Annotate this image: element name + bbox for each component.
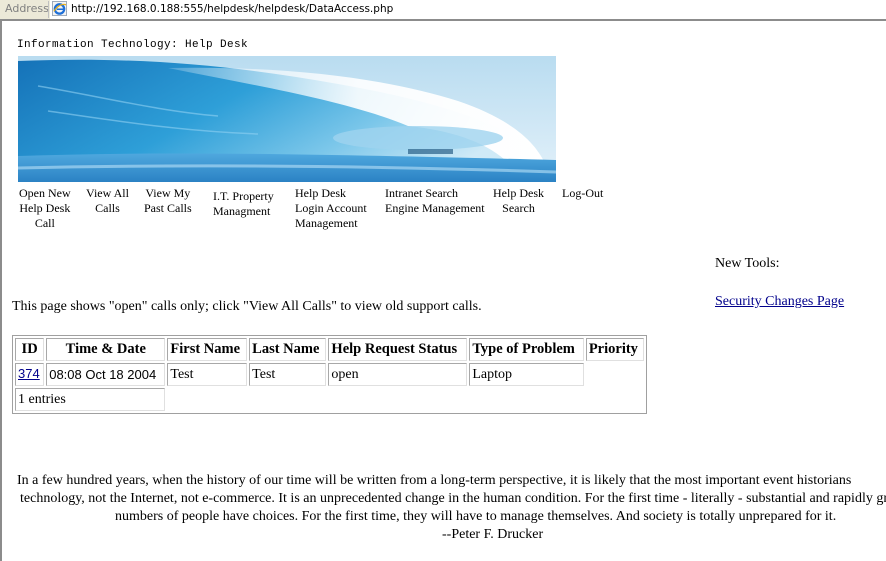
nav-label: Calls (95, 201, 120, 215)
table-footer-row: 1 entries (15, 388, 644, 411)
col-header-id: ID (15, 338, 45, 361)
address-separator (48, 1, 49, 18)
col-header-first-name: First Name (167, 338, 248, 361)
new-tools-label: New Tools: (715, 256, 780, 271)
quote-line: numbers of people have choices. For the … (115, 509, 837, 524)
nav-label: Log-Out (562, 186, 604, 200)
frame-border-top (0, 19, 886, 21)
nav-label: Engine Management (385, 201, 485, 215)
nav-intranet-search-management[interactable]: Intranet Search Engine Management (385, 186, 485, 216)
nav-help-desk-search[interactable]: Help Desk Search (493, 186, 544, 216)
cell-priority (586, 363, 644, 386)
nav-open-new-call[interactable]: Open New Help Desk Call (19, 186, 71, 231)
url-text[interactable]: http://192.168.0.188:555/helpdesk/helpde… (71, 3, 393, 15)
cell-problem-type: Laptop (469, 363, 584, 386)
table-header-row: ID Time & Date First Name Last Name Help… (15, 338, 644, 361)
site-title: Information Technology: Help Desk (17, 39, 249, 51)
nav-label: View All (86, 186, 129, 200)
cell-status: open (328, 363, 468, 386)
address-bar: Address http://192.168.0.188:555/helpdes… (0, 0, 886, 20)
nav-login-account-management[interactable]: Help Desk Login Account Management (295, 186, 367, 231)
col-header-priority: Priority (585, 338, 644, 361)
nav-log-out[interactable]: Log-Out (562, 186, 603, 201)
col-header-time-date: Time & Date (46, 338, 166, 361)
nav-label: Call (34, 216, 55, 230)
url-input[interactable]: http://192.168.0.188:555/helpdesk/helpde… (50, 0, 886, 19)
address-label: Address (5, 2, 49, 15)
call-id-link[interactable]: 374 (18, 366, 40, 381)
col-header-problem-type: Type of Problem (469, 338, 584, 361)
cell-last-name: Test (249, 363, 327, 386)
nav-label: Login Account (295, 201, 367, 215)
calls-table: ID Time & Date First Name Last Name Help… (12, 335, 647, 414)
cell-id: 374 (15, 363, 45, 386)
ie-page-icon (52, 1, 67, 16)
frame-border-left (0, 21, 2, 561)
nav-label: Intranet Search (385, 186, 458, 200)
col-header-last-name: Last Name (249, 338, 327, 361)
quote-author: --Peter F. Drucker (442, 527, 544, 542)
nav-view-my-past-calls[interactable]: View My Past Calls (144, 186, 192, 216)
entries-count: 1 entries (15, 388, 166, 411)
quote-line: In a few hundred years, when the history… (17, 473, 852, 488)
nav-label: View My (145, 186, 191, 200)
col-header-status: Help Request Status (328, 338, 468, 361)
nav-label: Help Desk (19, 201, 71, 215)
nav-label: I.T. Property (213, 189, 274, 203)
wave-banner-image (18, 56, 556, 182)
open-calls-notice: This page shows "open" calls only; click… (12, 299, 482, 314)
cell-time-date: 08:08 Oct 18 2004 (46, 363, 166, 386)
wave-banner-graphic (18, 56, 556, 182)
nav-label: Help Desk (295, 186, 346, 200)
nav-label: Open New (19, 186, 71, 200)
table-row: 374 08:08 Oct 18 2004 Test Test open Lap… (15, 363, 644, 386)
quote-line: technology, not the Internet, not e-comm… (20, 491, 886, 506)
security-changes-link[interactable]: Security Changes Page (715, 294, 844, 310)
nav-label: Past Calls (144, 201, 192, 215)
cell-first-name: Test (167, 363, 248, 386)
nav-label: Managment (213, 204, 271, 218)
nav-label: Help Desk (493, 186, 544, 200)
nav-it-property-management[interactable]: I.T. Property Managment (213, 189, 274, 219)
nav-view-all-calls[interactable]: View All Calls (86, 186, 129, 216)
nav-label: Search (502, 201, 535, 215)
footer-spacer (167, 388, 644, 411)
nav-label: Management (295, 216, 358, 230)
